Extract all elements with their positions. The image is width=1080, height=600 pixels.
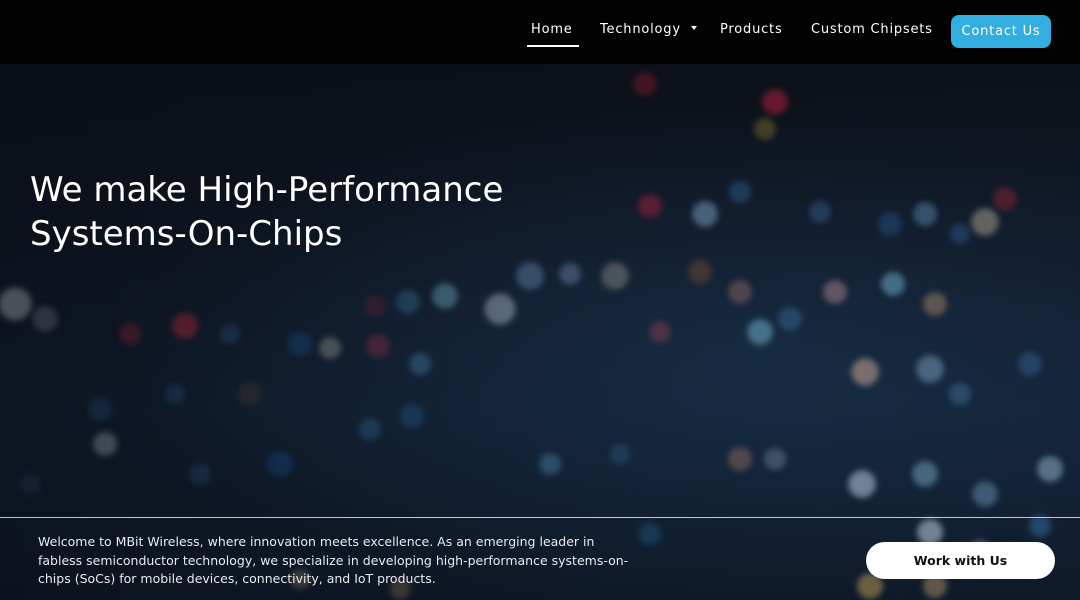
hero-overlay — [0, 64, 1080, 600]
work-with-us-label: Work with Us — [913, 553, 1008, 568]
nav-technology-label: Technology — [600, 22, 681, 37]
hero-title-line-2: Systems-On-Chips — [30, 214, 343, 254]
caret-down-icon — [690, 25, 697, 30]
nav-products-label: Products — [720, 22, 783, 37]
work-with-us-button[interactable]: Work with Us — [866, 542, 1055, 579]
nav-custom-chipsets-label: Custom Chipsets — [811, 22, 933, 37]
nav-home-link[interactable]: Home — [527, 22, 579, 47]
nav-home-label: Home — [531, 22, 573, 37]
hero-section: We make High-Performance Systems-On-Chip… — [0, 64, 1080, 600]
hero-title-line-1: We make High-Performance — [30, 170, 504, 210]
section-divider — [0, 517, 1080, 518]
nav-technology-dropdown[interactable]: Technology — [600, 22, 697, 42]
contact-us-label: Contact Us — [961, 24, 1041, 39]
contact-us-button[interactable]: Contact Us — [951, 15, 1051, 48]
intro-paragraph: Welcome to MBit Wireless, where innovati… — [38, 534, 629, 586]
hero-title: We make High-Performance Systems-On-Chip… — [30, 168, 590, 256]
top-navbar: Home Technology Products Custom Chipsets… — [0, 0, 1080, 64]
nav-custom-chipsets-link[interactable]: Custom Chipsets — [811, 22, 933, 42]
nav-products-link[interactable]: Products — [720, 22, 783, 42]
